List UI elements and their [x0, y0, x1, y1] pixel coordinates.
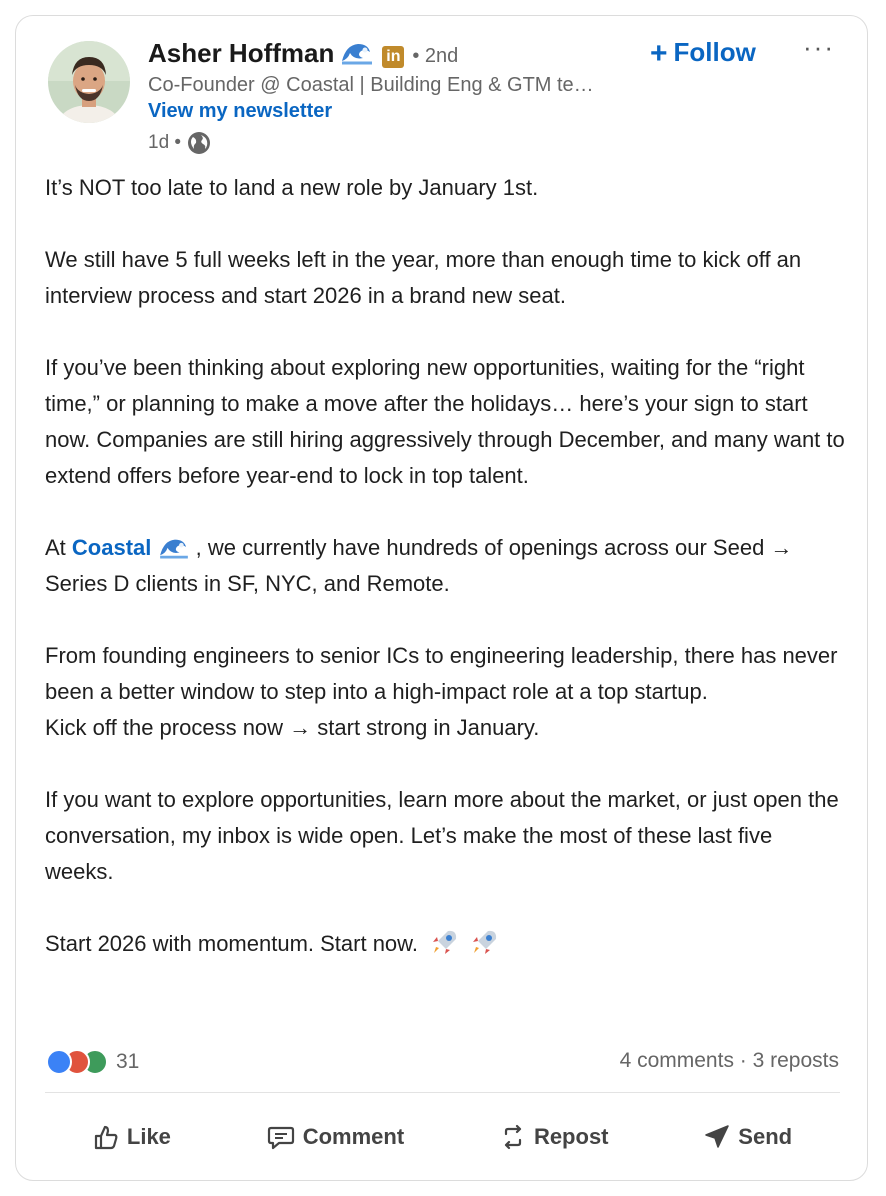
wave-emoji-icon: [158, 535, 190, 560]
actions-divider: [45, 1092, 840, 1093]
reaction-count: 31: [116, 1050, 140, 1073]
post-meta: 1d •: [148, 131, 211, 155]
more-options-button[interactable]: ···: [803, 32, 835, 63]
author-headline: Co-Founder @ Coastal | Building Eng & GT…: [148, 74, 594, 96]
post-line-1: It’s NOT too late to land a new role by …: [45, 175, 539, 200]
post-paragraph-7: Start 2026 with momentum. Start now.: [45, 926, 845, 962]
post-paragraph-6: If you want to explore opportunities, le…: [45, 787, 839, 884]
author-name[interactable]: Asher Hoffman: [148, 38, 334, 68]
send-button[interactable]: Send: [704, 1124, 792, 1150]
repost-label: Repost: [533, 1124, 609, 1149]
company-mention-link[interactable]: Coastal: [72, 535, 151, 560]
post-paragraph-4: At Coastal , we currently have hundreds …: [45, 530, 845, 602]
reactions-summary[interactable]: 31: [46, 1049, 139, 1075]
linkedin-premium-icon: in: [382, 46, 405, 68]
send-label: Send: [738, 1124, 793, 1149]
post-paragraph-3: If you’ve been thinking about exploring …: [45, 355, 845, 488]
like-icon: [94, 1125, 118, 1150]
paragraph-4-prefix: At: [45, 535, 72, 560]
author-avatar[interactable]: [48, 41, 130, 123]
wave-emoji-icon: [340, 39, 374, 72]
comments-reposts-stats[interactable]: 4 comments · 3 reposts: [620, 1049, 839, 1073]
paragraph-7-text: Start 2026 with momentum. Start now.: [45, 931, 418, 956]
like-label: Like: [126, 1124, 171, 1149]
action-bar: Like Comment Repost Send: [45, 1113, 840, 1161]
comment-icon: [267, 1126, 294, 1150]
connection-degree: • 2nd: [412, 45, 459, 67]
comment-label: Comment: [302, 1124, 405, 1149]
like-button[interactable]: Like: [93, 1124, 171, 1150]
globe-icon: [187, 131, 211, 155]
like-reaction-icon: [46, 1049, 72, 1075]
post-paragraph-5b: Kick off the process now → start strong …: [45, 715, 540, 740]
post-paragraph-2: We still have 5 full weeks left in the y…: [45, 247, 802, 308]
plus-icon: +: [650, 37, 668, 70]
follow-button[interactable]: + Follow: [650, 37, 756, 71]
post-time: 1d •: [148, 132, 182, 153]
post-body: It’s NOT too late to land a new role by …: [45, 170, 845, 962]
send-icon: [705, 1125, 730, 1148]
repost-button[interactable]: Repost: [500, 1124, 609, 1150]
repost-icon: [504, 1124, 522, 1150]
post-paragraph-5a: From founding engineers to senior ICs to…: [45, 643, 838, 704]
comment-button[interactable]: Comment: [267, 1124, 404, 1150]
rocket-emoji-icon: [466, 930, 500, 956]
follow-label: Follow: [673, 37, 756, 67]
author-name-row[interactable]: Asher Hoffman in • 2nd: [148, 38, 458, 72]
rocket-emoji-icon: [424, 930, 460, 956]
newsletter-link[interactable]: View my newsletter: [148, 100, 332, 123]
